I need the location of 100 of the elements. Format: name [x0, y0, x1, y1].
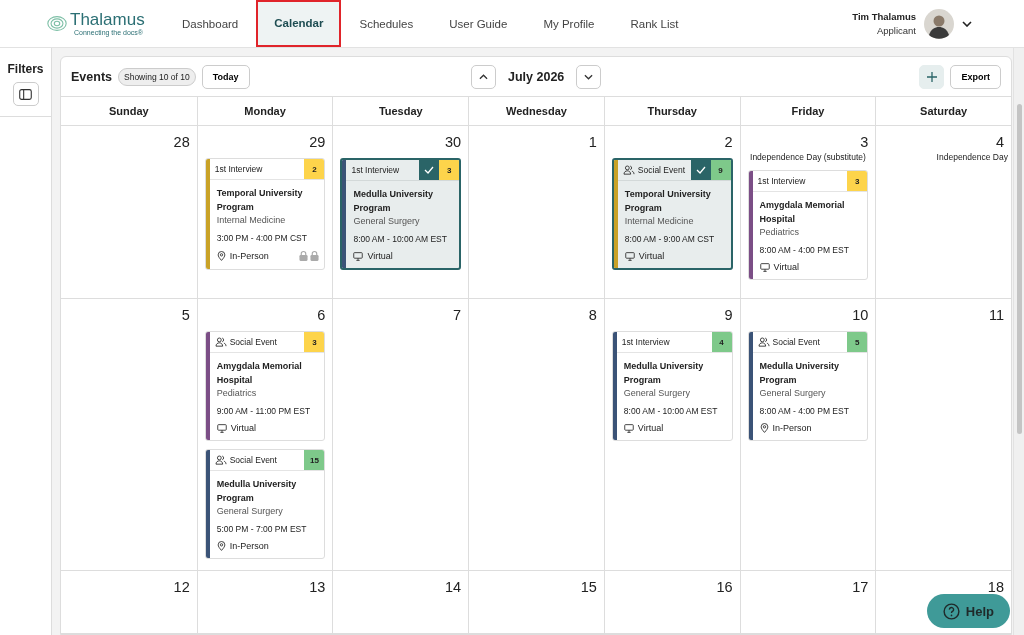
location-pin-icon	[216, 541, 226, 551]
day-number: 30	[444, 134, 462, 150]
event-type: Social Event	[772, 337, 820, 347]
day-number: 28	[172, 134, 190, 150]
event-type: Social Event	[229, 455, 277, 465]
day-number: 10	[851, 307, 869, 323]
event-title: Temporal University Program	[624, 188, 712, 215]
check-icon	[419, 160, 440, 180]
day-number: 14	[444, 579, 462, 595]
day-number: 1	[587, 134, 597, 150]
count-badge: 9	[710, 160, 731, 180]
nav-tab[interactable]: Calendar	[256, 0, 342, 47]
count-badge: 15	[304, 450, 325, 470]
event-specialty: Internal Medicine	[624, 215, 695, 228]
event-time: 8:00 AM - 4:00 PM EST	[759, 245, 850, 255]
day-number: 13	[308, 579, 326, 595]
chevron-down-icon[interactable]	[962, 20, 972, 27]
event-mode: In-Person	[772, 423, 812, 433]
day-number: 16	[715, 579, 733, 595]
event-specialty: General Surgery	[353, 215, 421, 228]
check-icon	[690, 160, 711, 180]
event-mode: In-Person	[229, 251, 269, 261]
export-button[interactable]: Export	[950, 64, 1001, 89]
event-card[interactable]: 1st Interview 3 Medulla University Program General Surgery 8:00 AM - 10:00 AM EST Virtual	[340, 158, 462, 270]
event-title: Amygdala Memorial Hospital	[216, 360, 303, 387]
event-card[interactable]: Social Event 9 Temporal University Program Internal Medicine 8:00 AM - 9:00 AM CST Virtual	[611, 158, 733, 270]
location-pin-icon	[216, 251, 226, 261]
event-time: 8:00 AM - 9:00 AM CST	[624, 234, 716, 244]
event-title: Amygdala Memorial Hospital	[759, 199, 846, 226]
event-card[interactable]: Social Event 3 Amygdala Memorial Hospital Pediatrics 9:00 AM - 11:00 PM EST Virtual	[204, 331, 326, 441]
event-time: 8:00 AM - 10:00 AM EST	[623, 406, 719, 416]
nav-tab[interactable]: Schedules	[341, 0, 432, 47]
day-number: 29	[308, 134, 326, 150]
event-time: 8:00 AM - 4:00 PM EST	[759, 406, 850, 416]
day-number: 9	[723, 307, 733, 323]
event-mode: Virtual	[637, 423, 664, 433]
event-specialty: General Surgery	[759, 387, 827, 400]
user-name: Tim Thalamus	[852, 11, 916, 22]
event-time: 5:00 PM - 7:00 PM EST	[216, 524, 308, 534]
filters-title: Filters	[7, 62, 44, 76]
event-title: Medulla University Program	[353, 188, 434, 215]
event-card[interactable]: 1st Interview 2 Temporal University Program Internal Medicine 3:00 PM - 4:00 PM CST In-Person	[204, 158, 326, 270]
monitor-icon	[624, 251, 635, 261]
event-type: 1st Interview	[621, 337, 670, 347]
avatar[interactable]	[924, 8, 954, 39]
events-title: Events	[71, 69, 112, 84]
logo-icon	[46, 15, 68, 32]
weekday-header: Thursday	[603, 97, 740, 125]
today-button[interactable]: Today	[201, 64, 250, 89]
count-badge: 4	[711, 332, 732, 352]
chevron-down-icon	[584, 73, 594, 80]
event-type: 1st Interview	[351, 165, 400, 175]
day-number: 6	[316, 307, 326, 323]
location-pin-icon	[759, 423, 769, 433]
chevron-up-icon	[479, 73, 488, 80]
add-button[interactable]	[919, 64, 945, 89]
monitor-icon	[353, 251, 364, 261]
help-button[interactable]: Help	[926, 594, 1010, 628]
day-number: 11	[987, 307, 1004, 323]
nav-tab[interactable]: Rank List	[612, 0, 697, 47]
weekday-header: Wednesday	[468, 97, 604, 125]
nav-tab[interactable]: User Guide	[431, 0, 526, 47]
previous-month-button[interactable]	[471, 64, 496, 89]
event-card[interactable]: 1st Interview 4 Medulla University Program General Surgery 8:00 AM - 10:00 AM EST Virtual	[611, 331, 733, 441]
scrollbar-thumb[interactable]	[1017, 104, 1022, 434]
day-number: 8	[587, 307, 597, 323]
lock-icon	[299, 250, 309, 262]
event-title: Medulla University Program	[759, 360, 841, 387]
plus-icon	[927, 71, 937, 82]
user-role: Applicant	[876, 25, 916, 36]
day-number: 2	[723, 134, 733, 150]
monitor-icon	[216, 423, 227, 433]
weekday-header: Tuesday	[332, 97, 469, 125]
month-label: July 2026	[508, 69, 565, 84]
next-month-button[interactable]	[576, 64, 602, 89]
event-title: Medulla University Program	[623, 360, 705, 387]
nav-tab[interactable]: Dashboard	[164, 0, 257, 47]
nav-tab[interactable]: My Profile	[525, 0, 613, 47]
count-badge: 2	[304, 159, 325, 179]
sidebar-toggle-button[interactable]	[12, 82, 39, 106]
people-icon	[214, 337, 227, 347]
event-mode: In-Person	[229, 541, 269, 551]
event-card[interactable]: Social Event 15 Medulla University Program General Surgery 5:00 PM - 7:00 PM EST In-Person	[204, 449, 326, 559]
day-number: 12	[172, 579, 190, 595]
monitor-icon	[623, 423, 634, 433]
event-title: Medulla University Program	[216, 478, 298, 505]
event-mode: Virtual	[230, 423, 257, 433]
day-number: 3	[859, 134, 869, 150]
lock-icon	[310, 250, 320, 262]
event-time: 8:00 AM - 10:00 AM EST	[353, 234, 448, 244]
event-mode: Virtual	[638, 251, 665, 261]
weekday-header: Saturday	[875, 97, 1011, 125]
event-specialty: General Surgery	[216, 505, 284, 518]
people-icon	[214, 455, 227, 465]
event-specialty: Internal Medicine	[216, 214, 287, 227]
event-specialty: Pediatrics	[759, 226, 801, 239]
event-card[interactable]: Social Event 5 Medulla University Program General Surgery 8:00 AM - 4:00 PM EST In-Person	[747, 331, 869, 441]
holiday-label: Independence Day	[935, 152, 1008, 162]
event-card[interactable]: 1st Interview 3 Amygdala Memorial Hospital Pediatrics 8:00 AM - 4:00 PM EST Virtual	[747, 170, 869, 280]
event-title: Temporal University Program	[216, 187, 304, 214]
